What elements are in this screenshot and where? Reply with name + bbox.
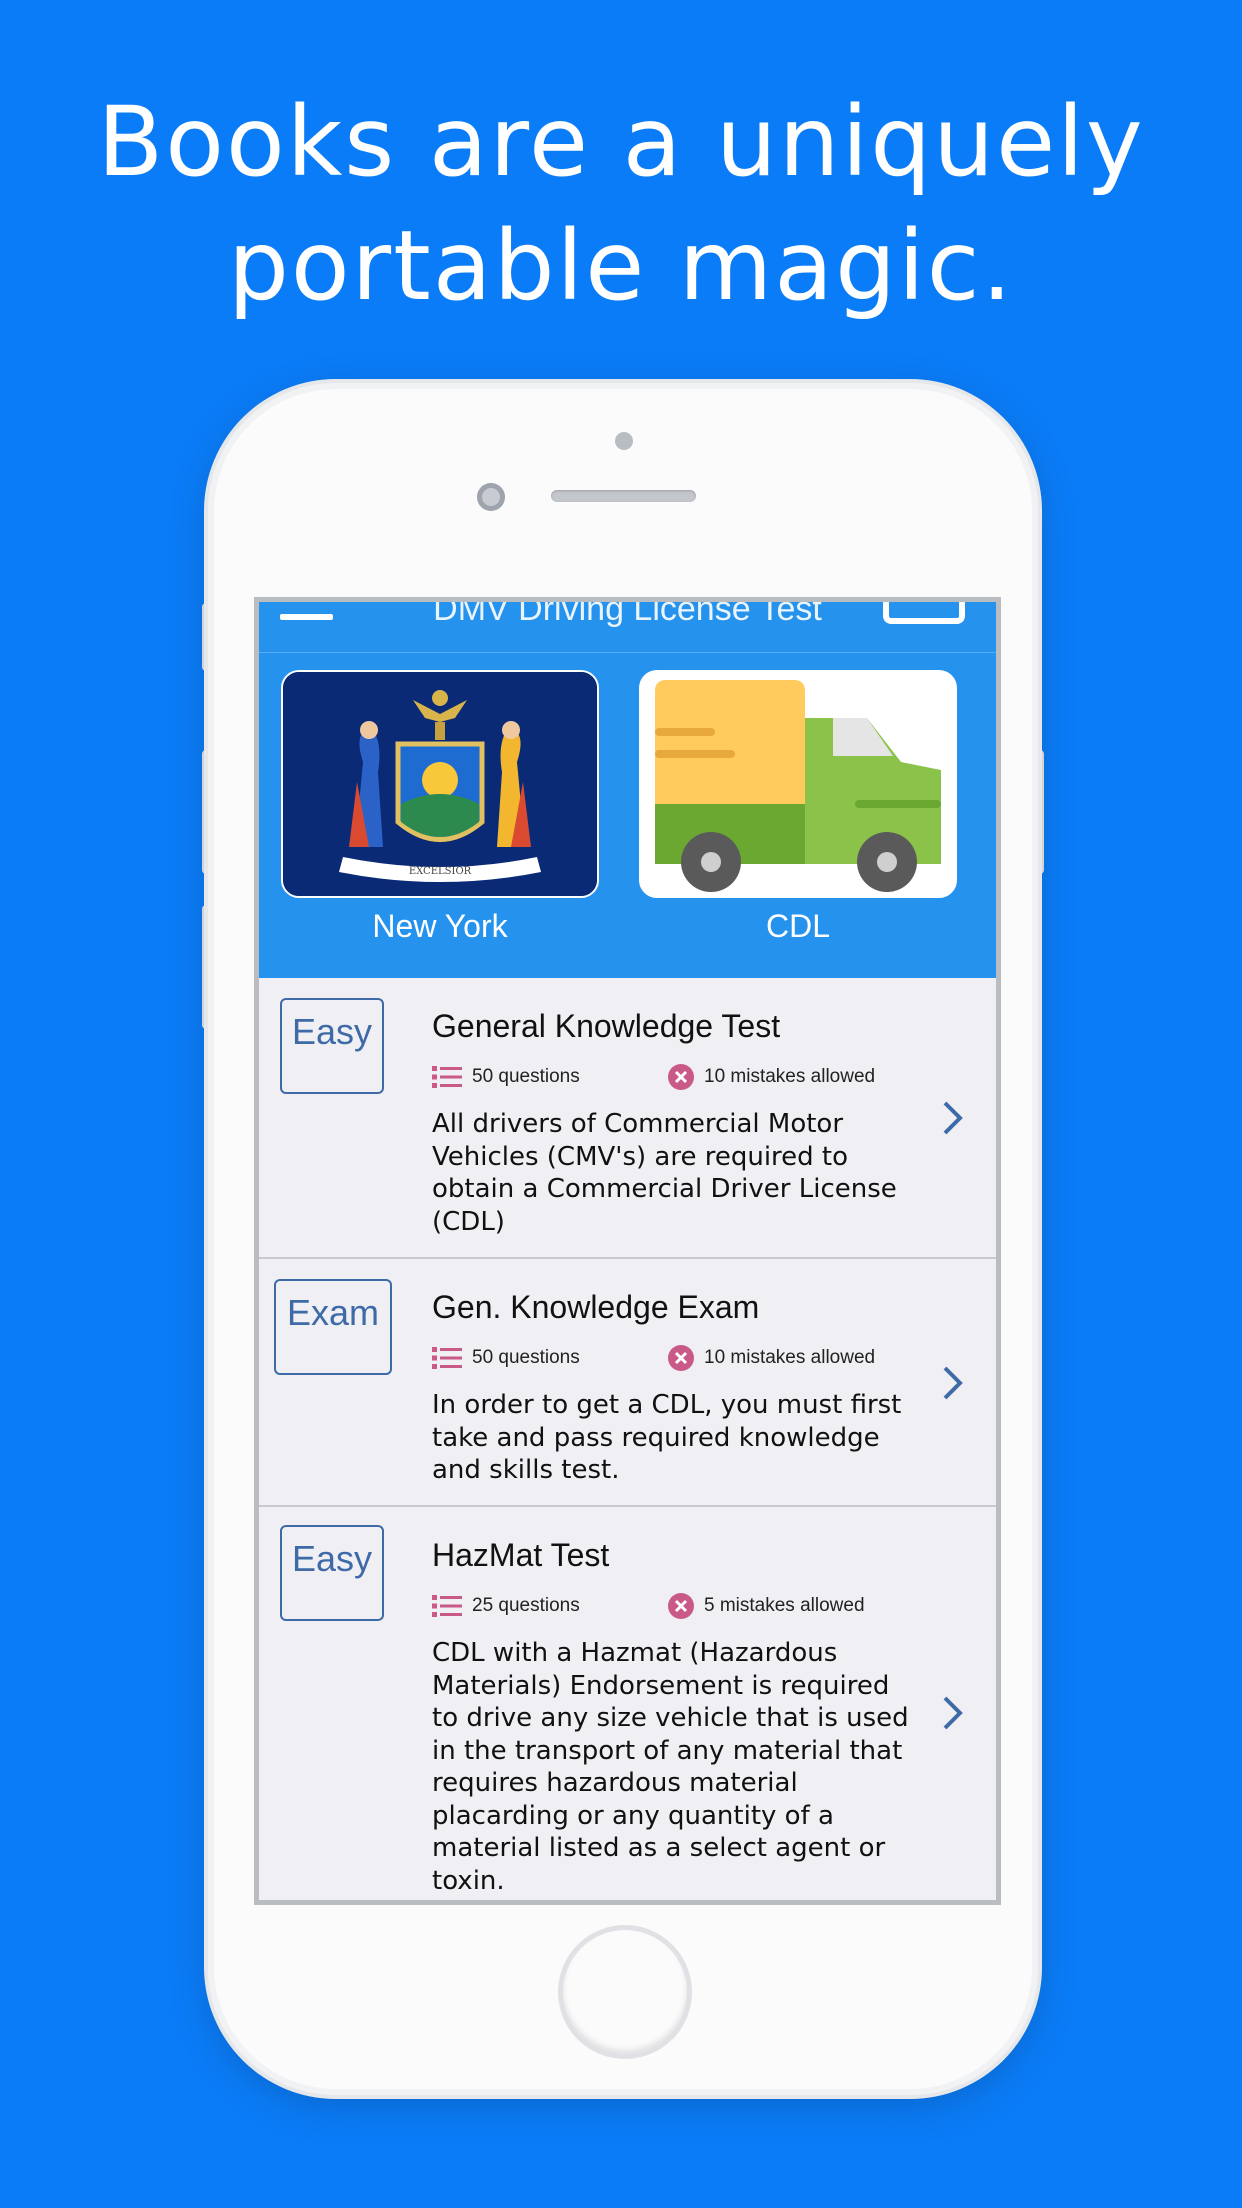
test-title: Gen. Knowledge Exam <box>432 1289 760 1325</box>
test-description: CDL with a Hazmat (Hazardous Materials) … <box>432 1638 909 1896</box>
error-icon <box>668 1345 694 1371</box>
error-icon <box>668 1064 694 1090</box>
list-icon <box>432 1347 462 1369</box>
test-meta: 50 questions 10 mistakes allowed <box>432 1345 875 1371</box>
earpiece-speaker <box>551 490 696 502</box>
test-row-hazmat[interactable]: Easy HazMat Test 25 questions 5 mistakes… <box>259 1507 996 1900</box>
new-york-seal-image: EXCELSIOR <box>281 670 599 898</box>
test-meta: 50 questions 10 mistakes allowed <box>432 1064 875 1090</box>
truck-image <box>639 670 957 898</box>
category-new-york[interactable]: EXCELSIOR New York <box>281 670 599 945</box>
question-count: 50 questions <box>472 1347 580 1368</box>
chevron-right-icon <box>943 1366 963 1400</box>
navigation-bar: DMV Driving License Test <box>259 602 996 653</box>
home-button[interactable] <box>558 1925 692 2059</box>
headline: Books are a uniquely portable magic. <box>0 80 1242 328</box>
category-panel: EXCELSIOR New York CDL <box>259 653 996 978</box>
category-cdl[interactable]: CDL <box>639 670 957 945</box>
chevron-right-icon <box>943 1101 963 1135</box>
question-count: 25 questions <box>472 1595 580 1616</box>
test-title: General Knowledge Test <box>432 1008 781 1044</box>
chevron-right-icon <box>943 1696 963 1730</box>
test-meta: 25 questions 5 mistakes allowed <box>432 1593 865 1619</box>
front-camera <box>477 483 505 511</box>
proximity-sensor <box>615 432 633 450</box>
test-title: HazMat Test <box>432 1537 610 1573</box>
test-row-general-knowledge[interactable]: Easy General Knowledge Test 50 questions… <box>259 978 996 1259</box>
test-list: Easy General Knowledge Test 50 questions… <box>259 978 996 1900</box>
mistakes-allowed: 10 mistakes allowed <box>704 1066 876 1087</box>
headline-line-1: Books are a uniquely <box>97 86 1145 198</box>
svg-text:EXCELSIOR: EXCELSIOR <box>409 866 472 877</box>
error-icon <box>668 1593 694 1619</box>
test-description: All drivers of Commercial Motor Vehicles… <box>432 1109 897 1237</box>
category-label: CDL <box>765 908 830 944</box>
difficulty-badge: Easy <box>280 998 384 1094</box>
vr-glasses-icon[interactable] <box>883 602 965 624</box>
difficulty-badge: Exam <box>274 1279 392 1375</box>
list-icon <box>432 1595 462 1617</box>
mistakes-allowed: 5 mistakes allowed <box>704 1595 865 1616</box>
test-row-general-knowledge-exam[interactable]: Exam Gen. Knowledge Exam 50 questions 10… <box>259 1259 996 1507</box>
app-screen: DMV Driving License Test EXCELSIOR New Y… <box>254 597 1001 1905</box>
question-count: 50 questions <box>472 1066 580 1087</box>
category-label: New York <box>372 908 508 944</box>
mistakes-allowed: 10 mistakes allowed <box>704 1347 876 1368</box>
list-icon <box>432 1066 462 1088</box>
headline-line-2: portable magic. <box>227 210 1015 322</box>
test-description: In order to get a CDL, you must first ta… <box>432 1390 902 1485</box>
difficulty-badge: Easy <box>280 1525 384 1621</box>
